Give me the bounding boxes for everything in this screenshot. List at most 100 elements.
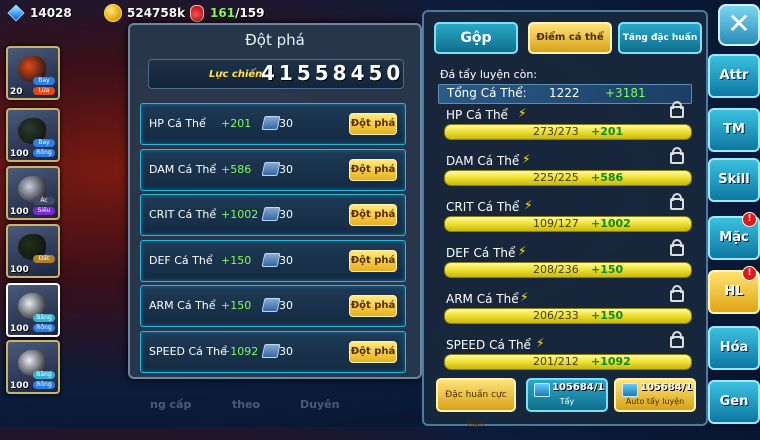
stat-name: ARM Cá Thể	[149, 299, 216, 312]
side-button-hóa[interactable]: Hóa	[708, 326, 760, 370]
lightning-icon: ⚡	[522, 152, 531, 166]
stat-bonus: +1092	[221, 344, 259, 358]
slot-level: 20	[10, 87, 23, 97]
total-label: Tổng Cá Thể:	[447, 86, 527, 100]
breakthrough-button[interactable]: Đột phá	[349, 113, 397, 135]
lightning-icon: ⚡	[520, 290, 529, 304]
stat-bonus: +150	[591, 263, 624, 276]
close-button[interactable]: ✕	[718, 4, 760, 46]
scroll-cost: 30	[279, 117, 293, 130]
scroll-icon	[261, 116, 281, 130]
stat-bonus: +586	[591, 171, 624, 184]
lock-icon[interactable]	[670, 147, 684, 164]
breakthrough-row: CRIT Cá Thể +1002 30 Đột phá	[140, 194, 406, 236]
stat-name: CRIT Cá Thể	[446, 200, 520, 214]
lock-icon[interactable]	[670, 331, 684, 348]
stat-bonus: +150	[591, 309, 624, 322]
stat-name: DEF Cá Thể	[446, 246, 516, 260]
nav-upgrade[interactable]: ng cấp	[150, 398, 191, 411]
tab-individual-points[interactable]: Điểm cá thể	[528, 22, 612, 54]
coin-icon	[104, 4, 122, 22]
nav-fate[interactable]: Duyên	[300, 398, 339, 411]
close-icon: ✕	[727, 7, 751, 40]
stat-value: 225/225	[533, 171, 579, 184]
stone-icon	[622, 383, 638, 397]
stat-bar: 109/127 +1002	[444, 216, 692, 232]
stones-remaining-label: Đá tẩy luyện còn:	[440, 68, 538, 81]
lightning-icon: ⚡	[524, 198, 533, 212]
side-button-attr[interactable]: Attr	[708, 54, 760, 98]
breakthrough-button[interactable]: Đột phá	[349, 249, 397, 272]
stat-row: HP Cá Thể ⚡ 273/273 +201	[444, 101, 692, 140]
lock-icon[interactable]	[670, 239, 684, 256]
breakthrough-panel: Đột phá Lực chiến 41558450 HP Cá Thể +201…	[128, 23, 422, 379]
stat-name: DEF Cá Thể	[149, 253, 213, 267]
lock-icon[interactable]	[670, 193, 684, 210]
stat-bonus: +150	[221, 299, 252, 312]
stat-bar: 273/273 +201	[444, 124, 692, 140]
breakthrough-button[interactable]: Đột phá	[349, 295, 397, 317]
auto-wash-count: 105684/1	[640, 382, 693, 393]
type-badge: Băng	[33, 371, 55, 379]
stat-bar: 206/233 +150	[444, 308, 692, 324]
auto-wash-label: Auto tẩy luyện	[625, 397, 685, 406]
type-badge: Rồng	[33, 381, 55, 389]
gem-counter: 14028	[7, 4, 72, 22]
nav-follow[interactable]: theo	[232, 398, 260, 411]
stat-bar: 201/212 +1092	[444, 354, 692, 370]
type-badge: Băng	[33, 314, 55, 322]
scroll-icon	[261, 252, 281, 267]
side-button-tm[interactable]: TM	[708, 108, 760, 152]
type-badge: Siêu	[33, 207, 55, 215]
lock-icon[interactable]	[670, 101, 684, 118]
side-button-skill[interactable]: Skill	[708, 158, 760, 202]
slot-level: 100	[10, 381, 29, 391]
party-slot[interactable]: 100 Ác Siêu	[6, 166, 60, 220]
side-button-gen[interactable]: Gen	[708, 380, 760, 424]
type-badge: Bay	[33, 77, 55, 85]
panel-title: Đột phá	[245, 31, 305, 49]
tab-special-training[interactable]: Tăng đặc huấn	[618, 22, 702, 54]
extreme-training-button[interactable]: Đặc huấn cực hạn	[436, 378, 516, 430]
slot-level: 100	[10, 149, 29, 159]
party-slot[interactable]: 100 Băng Rồng	[6, 340, 60, 394]
gem-value: 14028	[30, 6, 72, 20]
stat-bonus: +201	[221, 117, 252, 130]
combat-power: Lực chiến 41558450	[148, 59, 404, 89]
breakthrough-button[interactable]: Đột phá	[349, 158, 397, 181]
party-slot[interactable]: 100 Bay Rồng	[6, 108, 60, 162]
type-badge: Ác	[33, 197, 55, 205]
total-iv-row: Tổng Cá Thể: 1222 +3181	[438, 84, 692, 104]
gem-icon	[7, 4, 25, 22]
scroll-icon	[261, 161, 281, 176]
party-slot[interactable]: 100 Băng Rồng	[6, 283, 60, 337]
stat-row: ARM Cá Thể ⚡ 206/233 +150	[444, 285, 692, 324]
lightning-icon: ⚡	[536, 336, 545, 350]
power-label: Lực chiến	[209, 69, 263, 80]
type-badge: Rồng	[33, 149, 55, 157]
stat-name: ARM Cá Thể	[446, 292, 519, 306]
stat-value: 206/233	[533, 309, 579, 322]
potion-icon	[190, 4, 204, 22]
stat-value: 273/273	[533, 125, 579, 138]
party-slot[interactable]: 100 Đất	[6, 224, 60, 278]
tab-merge[interactable]: Gộp	[434, 22, 518, 54]
stat-bonus: +1002	[221, 208, 259, 221]
stat-name: HP Cá Thể	[149, 117, 206, 130]
breakthrough-row: DAM Cá Thể +586 30 Đột phá	[140, 148, 406, 191]
total-bonus: +3181	[605, 86, 646, 100]
breakthrough-button[interactable]: Đột phá	[349, 204, 397, 226]
lock-icon[interactable]	[670, 285, 684, 302]
stat-bar: 225/225 +586	[444, 170, 692, 186]
stat-bonus: +1002	[591, 217, 631, 230]
breakthrough-row: SPEED Cá Thể +1092 30 Đột phá	[140, 330, 406, 373]
type-badge: Rồng	[33, 324, 55, 332]
auto-wash-button[interactable]: 105684/1 Auto tẩy luyện	[614, 378, 696, 412]
party-slot[interactable]: 20 Bay Lửa	[6, 46, 60, 100]
scroll-cost: 30	[279, 208, 293, 221]
wash-button[interactable]: 105684/1 Tẩy	[526, 378, 608, 412]
breakthrough-button[interactable]: Đột phá	[349, 340, 397, 363]
stat-row: CRIT Cá Thể ⚡ 109/127 +1002	[444, 193, 692, 232]
alert-badge: !	[742, 266, 757, 281]
power-value: 41558450	[261, 61, 405, 85]
